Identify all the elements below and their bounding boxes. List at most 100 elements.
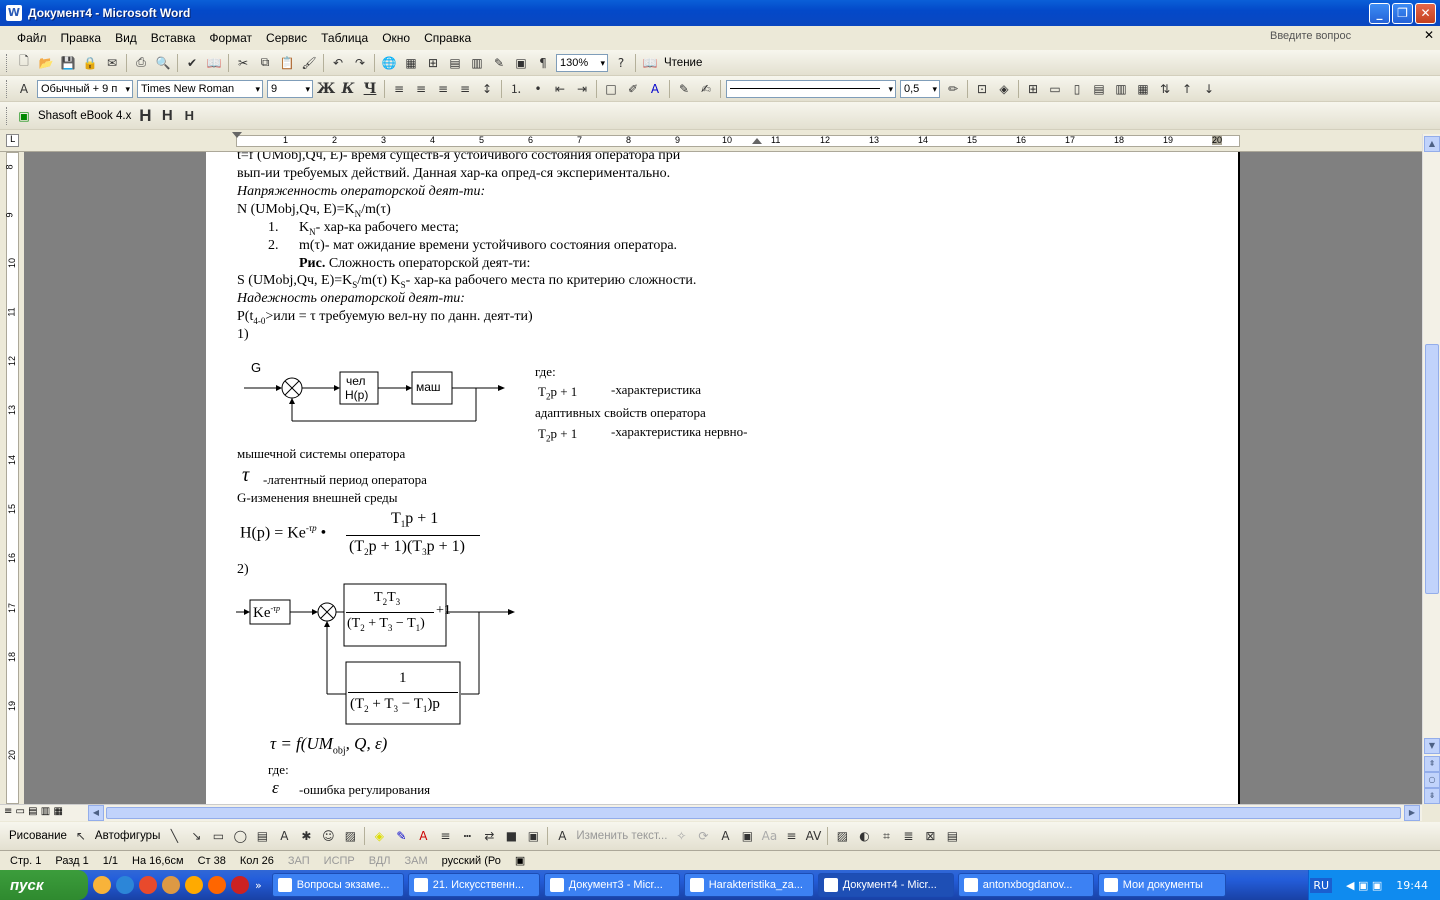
outside-border-icon[interactable]: ⊡ (972, 79, 992, 99)
autoformat-icon[interactable]: ▦ (1133, 79, 1153, 99)
numbering-icon[interactable]: ⒈ (506, 79, 526, 99)
quicklaunch-icon-3[interactable] (139, 876, 157, 894)
wordart-icon[interactable]: A (274, 826, 294, 846)
text-fill-icon[interactable]: A (715, 826, 735, 846)
crop-icon[interactable]: ⌗ (876, 826, 896, 846)
more-icon[interactable]: » (255, 879, 262, 892)
status-trk[interactable]: ИСПР (324, 855, 355, 867)
text-direction-icon[interactable]: ⇅ (1155, 79, 1175, 99)
line-weight-select[interactable]: 0,5 (900, 79, 940, 98)
align-right-icon[interactable]: ≡ (433, 79, 453, 99)
justify-icon[interactable]: ≡ (455, 79, 475, 99)
sort-desc-icon[interactable]: ↓ (1199, 79, 1219, 99)
task-5[interactable]: Документ4 - Micr... (817, 873, 954, 897)
line-color-icon[interactable]: ✎ (391, 826, 411, 846)
start-button[interactable]: пуск (0, 870, 88, 900)
font-size-select[interactable]: 9 (267, 79, 313, 98)
task-2[interactable]: 21. Искусственн... (407, 873, 540, 897)
document-area[interactable]: t=f (UMobj,Qч, E)- время существ-я устой… (24, 152, 1422, 804)
rectangle-tool-icon[interactable]: ▭ (208, 826, 228, 846)
undo-icon[interactable]: ↶ (328, 53, 348, 73)
reading-button[interactable]: Чтение (661, 57, 705, 69)
horizontal-ruler[interactable]: L 1 2 3 4 5 6 7 8 9 10 11 12 13 14 15 16… (0, 130, 1440, 152)
shading-icon[interactable]: ◈ (994, 79, 1014, 99)
compress-icon[interactable]: ≣ (898, 826, 918, 846)
dash-style-icon[interactable]: ┅ (457, 826, 477, 846)
document-page[interactable]: t=f (UMobj,Qч, E)- время существ-я устой… (206, 152, 1240, 804)
border-icon[interactable]: □ (601, 79, 621, 99)
tables-borders-icon[interactable]: ▦ (401, 53, 421, 73)
menu-table[interactable]: Таблица (314, 31, 375, 45)
format-picture-icon[interactable]: ▤ (942, 826, 962, 846)
edit-text-button[interactable]: Изменить текст... (573, 830, 670, 842)
heading1-button[interactable]: H (135, 106, 155, 126)
vertical-ruler[interactable]: 8 9 10 11 12 13 14 15 16 17 18 19 20 (0, 152, 24, 804)
rotate-icon[interactable]: ⟳ (693, 826, 713, 846)
show-formatting-icon[interactable]: ¶ (533, 53, 553, 73)
font-color-icon[interactable]: A (645, 79, 665, 99)
edit2-icon[interactable]: ✍ (696, 79, 716, 99)
task-1[interactable]: Вопросы экзаме... (271, 873, 404, 897)
research-icon[interactable]: 📖 (204, 53, 224, 73)
align-center-icon[interactable]: ≡ (411, 79, 431, 99)
line-tool-icon[interactable]: ╲ (164, 826, 184, 846)
spacing-icon[interactable]: AV (803, 826, 823, 846)
bullets-icon[interactable]: • (528, 79, 548, 99)
align-cell-icon[interactable]: ▤ (1089, 79, 1109, 99)
line-style-select[interactable] (726, 79, 896, 98)
redo-icon[interactable]: ↷ (350, 53, 370, 73)
increase-indent-icon[interactable]: ⇥ (572, 79, 592, 99)
minimize-button[interactable]: _ (1369, 3, 1390, 24)
new-doc-icon[interactable]: 🗋 (14, 53, 34, 73)
split-cells-icon[interactable]: ▯ (1067, 79, 1087, 99)
align-text-icon[interactable]: ≡ (781, 826, 801, 846)
print-icon[interactable]: ⎙ (131, 53, 151, 73)
menu-tools[interactable]: Сервис (259, 31, 314, 45)
quicklaunch-icon-4[interactable] (162, 876, 180, 894)
doc-close-icon[interactable]: ✕ (1424, 28, 1434, 42)
font-select[interactable]: Times New Roman (137, 79, 263, 98)
permission-icon[interactable]: 🔒 (80, 53, 100, 73)
menu-window[interactable]: Окно (375, 31, 417, 45)
merge-cells-icon[interactable]: ▭ (1045, 79, 1065, 99)
color-icon[interactable]: ◐ (854, 826, 874, 846)
spelling-icon[interactable]: ✔ (182, 53, 202, 73)
heading3-button[interactable]: H (179, 106, 199, 126)
email-icon[interactable]: ✉ (102, 53, 122, 73)
insert-excel-icon[interactable]: ▤ (445, 53, 465, 73)
line-style-icon[interactable]: ≡ (435, 826, 455, 846)
vertical-scrollbar[interactable]: ▲ ▼ ⇞ ○ ⇟ (1422, 134, 1440, 804)
text-box2-icon[interactable]: ▣ (737, 826, 757, 846)
paste-icon[interactable]: 📋 (277, 53, 297, 73)
quicklaunch-icon-2[interactable] (116, 876, 134, 894)
draw-menu-button[interactable]: Рисование (6, 830, 70, 842)
scroll-right-icon[interactable]: ▶ (1404, 805, 1420, 821)
insert-table2-icon[interactable]: ⊞ (1023, 79, 1043, 99)
doc-map-icon[interactable]: ▣ (511, 53, 531, 73)
task-6[interactable]: antonxbogdanov... (957, 873, 1094, 897)
scroll-down-icon[interactable]: ▼ (1424, 738, 1440, 754)
print-preview-icon[interactable]: 🔍 (153, 53, 173, 73)
menu-edit[interactable]: Правка (54, 31, 109, 45)
prev-page-icon[interactable]: ⇞ (1424, 756, 1440, 772)
lang-indicator[interactable]: RU (1310, 877, 1333, 893)
shape-tools-icon[interactable]: ✧ (671, 826, 691, 846)
task-3[interactable]: Документ3 - Micr... (543, 873, 680, 897)
hyperlink-icon[interactable]: 🌐 (379, 53, 399, 73)
line-spacing-icon[interactable]: ↕ (477, 79, 497, 99)
arrow-style-icon[interactable]: ⇄ (479, 826, 499, 846)
autoshapes-button[interactable]: Автофигуры (92, 830, 163, 842)
menu-file[interactable]: Файл (10, 31, 54, 45)
copy-icon[interactable]: ⧉ (255, 53, 275, 73)
save-icon[interactable]: 💾 (58, 53, 78, 73)
fill-color-icon[interactable]: ◈ (369, 826, 389, 846)
opera-icon[interactable] (231, 876, 249, 894)
status-ext[interactable]: ВДЛ (369, 855, 391, 867)
scroll-left-icon[interactable]: ◀ (88, 805, 104, 821)
menu-help[interactable]: Справка (417, 31, 478, 45)
heading2-button[interactable]: H (157, 106, 177, 126)
distribute-rows-icon[interactable]: ▥ (1111, 79, 1131, 99)
columns-icon[interactable]: ▥ (467, 53, 487, 73)
firefox-icon[interactable] (208, 876, 226, 894)
quicklaunch-icon-5[interactable] (185, 876, 203, 894)
